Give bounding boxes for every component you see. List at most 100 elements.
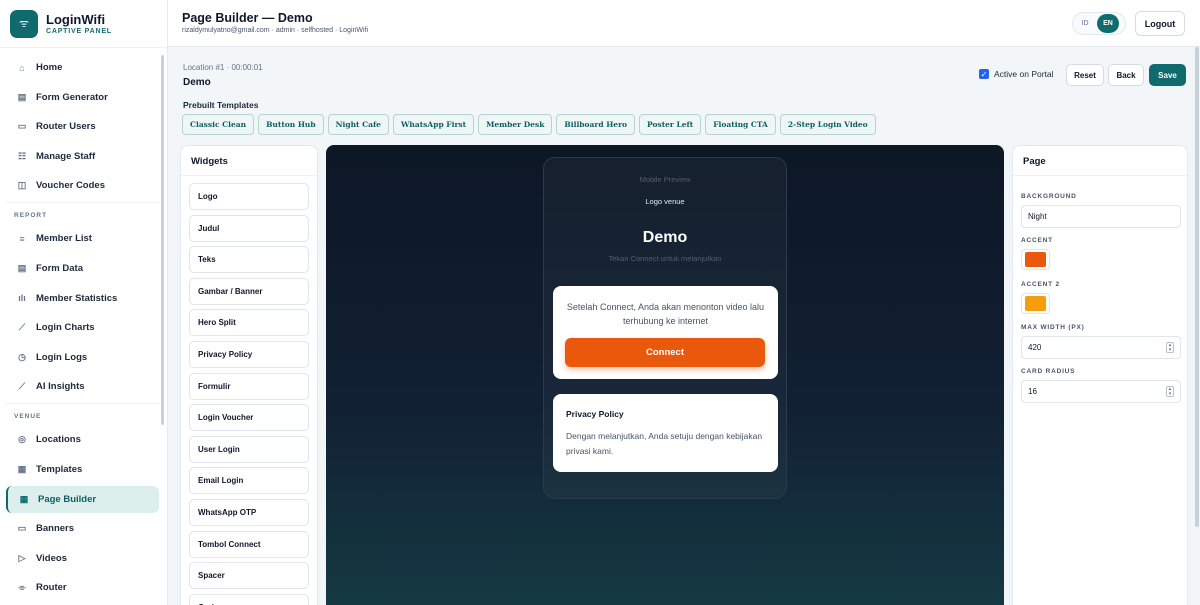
template-poster-left-button[interactable]: Poster Left [639, 114, 702, 135]
active-portal-toggle[interactable]: ✓ Active on Portal [979, 69, 1054, 79]
connect-button[interactable]: Connect [565, 338, 765, 367]
venue-subtitle[interactable]: Tekan Connect untuk melanjutkan [544, 254, 786, 263]
active-portal-label: Active on Portal [994, 69, 1054, 79]
widget-judul[interactable]: Judul [189, 214, 309, 242]
sidebar-item-videos[interactable]: ▷ Videos [6, 545, 159, 572]
lang-id-button[interactable]: ID [1073, 20, 1097, 27]
widget-garis[interactable]: Garis [189, 593, 309, 605]
sidebar-item-label: Manage Staff [36, 150, 96, 162]
brand-text: LoginWifi CAPTIVE PANEL [46, 12, 112, 35]
sidebar-item-label: Member Statistics [36, 292, 118, 304]
lang-en-button[interactable]: EN [1097, 14, 1119, 33]
widget-user-login[interactable]: User Login [189, 435, 309, 463]
widget-privacy-policy[interactable]: Privacy Policy [189, 340, 309, 368]
sidebar-item-locations[interactable]: ◎ Locations [6, 426, 159, 453]
sidebar-item-router-users[interactable]: ▭ Router Users [6, 113, 159, 140]
sidebar-item-form-data[interactable]: ▤ Form Data [6, 255, 159, 282]
sidebar-section-label: REPORT [6, 202, 159, 225]
template-2-step-login-video-button[interactable]: 2-Step Login Video [779, 114, 876, 135]
privacy-text: Dengan melanjutkan, Anda setuju dengan k… [566, 431, 763, 456]
widget-spacer[interactable]: Spacer [189, 562, 309, 590]
sidebar-item-router[interactable]: ⌯ Router [6, 574, 159, 601]
sidebar-scrollbar[interactable] [161, 55, 164, 425]
card-radius-input[interactable]: 16 ▴ ▾ [1021, 380, 1181, 403]
widget-formulir[interactable]: Formulir [189, 372, 309, 400]
privacy-title: Privacy Policy [566, 409, 624, 419]
staff-icon: ☷ [17, 150, 27, 161]
accent2-color-picker[interactable] [1021, 293, 1050, 314]
widget-login-voucher[interactable]: Login Voucher [189, 404, 309, 432]
card-radius-value: 16 [1028, 387, 1037, 396]
sidebar-item-login-charts[interactable]: ⟋ Login Charts [6, 314, 159, 341]
file-icon: ▤ [17, 262, 27, 273]
template-member-desk-button[interactable]: Member Desk [478, 114, 553, 135]
reset-button[interactable]: Reset [1066, 64, 1104, 86]
template-billboard-hero-button[interactable]: Billboard Hero [556, 114, 636, 135]
sidebar-item-ai-insights[interactable]: ⟋ AI Insights [6, 373, 159, 400]
widget-hero-split[interactable]: Hero Split [189, 309, 309, 337]
sidebar-item-member-statistics[interactable]: ılı Member Statistics [6, 285, 159, 312]
location-line: Location #1 · 00:00:01 [183, 63, 263, 72]
template-whatsapp-first-button[interactable]: WhatsApp First [392, 114, 475, 135]
widget-whatsapp-otp[interactable]: WhatsApp OTP [189, 498, 309, 526]
sidebar-item-label: Page Builder [38, 493, 97, 505]
sidebar-item-label: Banners [36, 523, 75, 535]
sidebar-item-member-list[interactable]: ≡ Member List [6, 225, 159, 252]
template-button-hub-button[interactable]: Button Hub [258, 114, 324, 135]
sidebar-item-form-generator[interactable]: ▤ Form Generator [6, 84, 159, 111]
background-select[interactable]: Night [1021, 205, 1181, 228]
template-floating-cta-button[interactable]: Floating CTA [705, 114, 776, 135]
brand-subtitle: CAPTIVE PANEL [46, 28, 112, 35]
sidebar-item-login-logs[interactable]: ◷ Login Logs [6, 344, 159, 371]
video-icon: ▷ [18, 552, 26, 563]
max-width-value: 420 [1028, 343, 1042, 352]
template-night-cafe-button[interactable]: Night Cafe [327, 114, 389, 135]
brand-name: LoginWifi [46, 12, 106, 27]
connect-card-text: Setelah Connect, Anda akan menonton vide… [566, 302, 765, 326]
home-icon: ⌂ [19, 62, 25, 73]
bar-chart-icon: ılı [18, 293, 26, 304]
sidebar-item-voucher-codes[interactable]: ◫ Voucher Codes [6, 172, 159, 199]
sidebar-item-label: Router [36, 582, 67, 594]
language-toggle: ID EN [1072, 12, 1126, 35]
sidebar-item-label: AI Insights [36, 381, 85, 393]
line-chart-icon: ⟋ [18, 322, 26, 333]
sidebar-item-home[interactable]: ⌂ Home [6, 54, 159, 81]
max-width-input[interactable]: 420 ▴ ▾ [1021, 336, 1181, 359]
widget-teks[interactable]: Teks [189, 246, 309, 274]
back-button[interactable]: Back [1108, 64, 1144, 86]
sidebar-nav: ⌂ Home ▤ Form Generator ▭ Router Users ☷ Manage… [0, 48, 167, 601]
preview-canvas: Mobile Preview Logo venue Demo Tekan Con… [326, 145, 1004, 605]
venue-logo[interactable]: Logo venue [544, 197, 786, 206]
widget-logo[interactable]: Logo [189, 183, 309, 210]
page-scrollbar[interactable] [1195, 47, 1199, 527]
sidebar-item-banners[interactable]: ▭ Banners [6, 515, 159, 542]
sidebar-item-label: Login Charts [36, 322, 95, 334]
widget-list: Logo Judul Teks Gambar / Banner Hero Split Pr… [181, 176, 317, 605]
check-icon[interactable]: ✓ [979, 69, 989, 79]
sidebar-item-label: Form Data [36, 262, 83, 274]
users-icon: ▭ [17, 121, 27, 132]
widget-email-login[interactable]: Email Login [189, 467, 309, 495]
widget-tombol-connect[interactable]: Tombol Connect [189, 530, 309, 558]
stepper-icon[interactable]: ▴ ▾ [1166, 386, 1174, 397]
widget-gambar-banner[interactable]: Gambar / Banner [189, 277, 309, 305]
logout-button[interactable]: Logout [1135, 11, 1185, 36]
sidebar-item-label: Member List [36, 233, 92, 245]
sidebar: ᯤ LoginWifi CAPTIVE PANEL ⌂ Home ▤ Form Gen… [0, 0, 168, 605]
sidebar-item-page-builder[interactable]: ▦ Page Builder [6, 485, 159, 513]
accent-color-picker[interactable] [1021, 249, 1050, 270]
accent2-label: ACCENT 2 [1021, 281, 1060, 288]
connect-card[interactable]: Setelah Connect, Anda akan menonton vide… [553, 286, 778, 379]
widgets-panel: Widgets Logo Judul Teks Gambar / Banner Hero… [180, 145, 318, 605]
save-button[interactable]: Save [1149, 64, 1186, 86]
brand[interactable]: ᯤ LoginWifi CAPTIVE PANEL [0, 0, 167, 48]
sidebar-item-manage-staff[interactable]: ☷ Manage Staff [6, 143, 159, 170]
privacy-card[interactable]: Privacy Policy Dengan melanjutkan, Anda … [553, 394, 778, 472]
sidebar-item-label: Locations [36, 434, 81, 446]
template-classic-clean-button[interactable]: Classic Clean [182, 114, 255, 135]
location-name: Demo [183, 77, 211, 88]
venue-title[interactable]: Demo [544, 229, 786, 247]
sidebar-item-templates[interactable]: ▦ Templates [6, 456, 159, 483]
stepper-icon[interactable]: ▴ ▾ [1166, 342, 1174, 353]
